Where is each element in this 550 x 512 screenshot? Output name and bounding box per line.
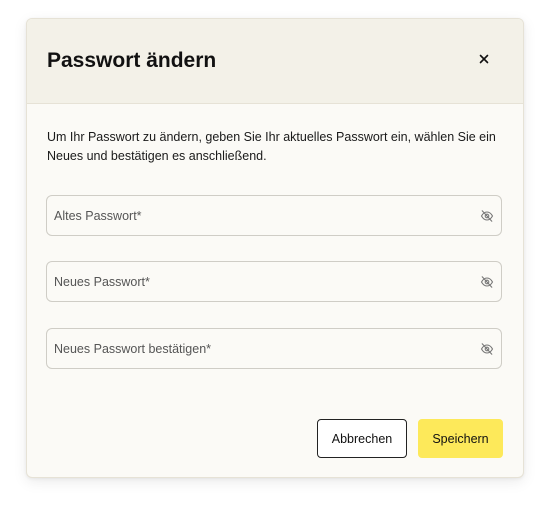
confirm-password-input[interactable] xyxy=(47,329,501,368)
new-password-input[interactable] xyxy=(47,262,501,301)
dialog-description: Um Ihr Passwort zu ändern, geben Sie Ihr… xyxy=(47,130,496,163)
dialog-header: Passwort ändern xyxy=(27,19,523,104)
eye-off-icon xyxy=(480,343,494,355)
close-button[interactable] xyxy=(475,50,493,68)
old-password-visibility-toggle[interactable] xyxy=(480,209,494,223)
eye-off-icon xyxy=(480,276,494,288)
close-icon xyxy=(479,54,489,64)
cancel-button[interactable]: Abbrechen xyxy=(317,419,407,458)
confirm-password-visibility-toggle[interactable] xyxy=(480,342,494,356)
old-password-field-container xyxy=(46,195,502,236)
change-password-dialog: Passwort ändern Um Ihr Passwort zu änder… xyxy=(26,18,524,478)
new-password-field-container xyxy=(46,261,502,302)
dialog-title: Passwort ändern xyxy=(47,49,217,72)
new-password-visibility-toggle[interactable] xyxy=(480,275,494,289)
confirm-password-field-container xyxy=(46,328,502,369)
eye-off-icon xyxy=(480,210,494,222)
save-button[interactable]: Speichern xyxy=(418,419,503,458)
old-password-input[interactable] xyxy=(47,196,501,235)
